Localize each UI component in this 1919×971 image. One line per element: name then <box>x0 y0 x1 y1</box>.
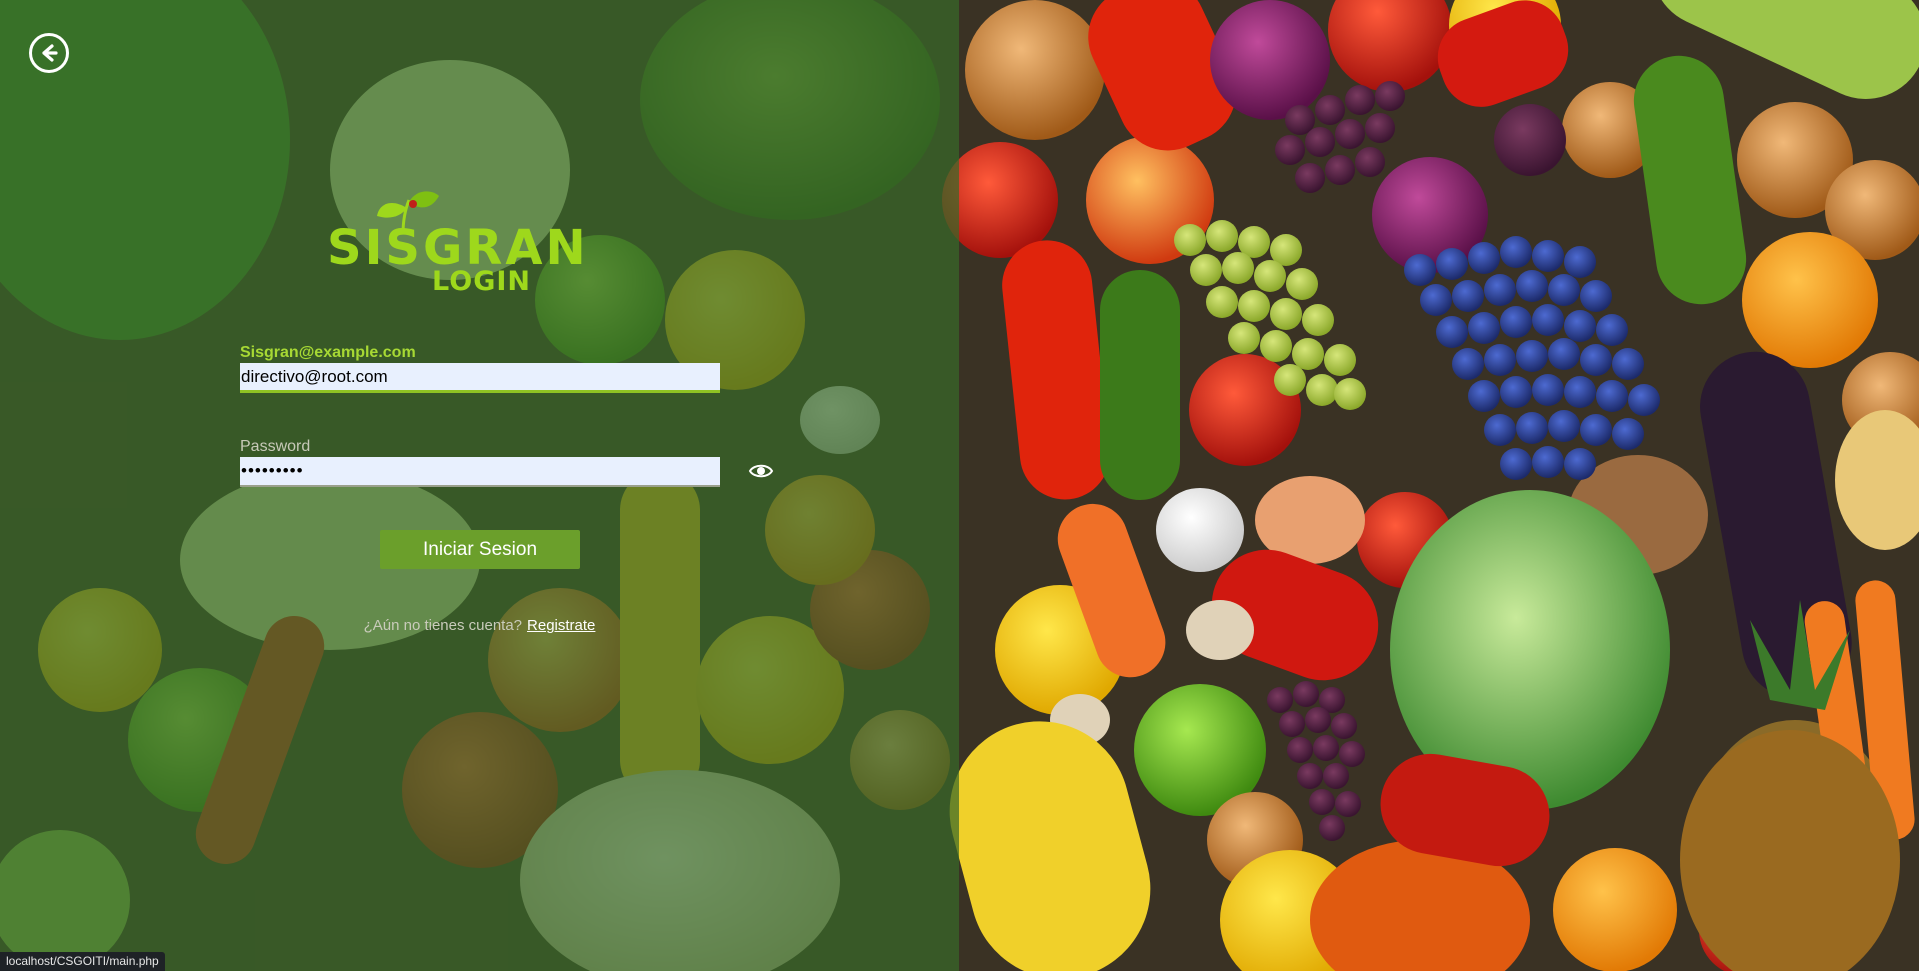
password-input[interactable] <box>240 457 720 487</box>
logo-brand-text: SISGRAN <box>327 220 589 276</box>
sisgran-logo: SISGRAN LOGIN <box>325 190 635 300</box>
register-link[interactable]: Registrate <box>527 617 595 634</box>
register-row: ¿Aún no tienes cuenta? Registrate <box>0 617 959 634</box>
email-label: Sisgran@example.com <box>240 344 416 361</box>
register-prompt: ¿Aún no tienes cuenta? <box>363 617 523 634</box>
show-password-toggle[interactable] <box>748 461 774 481</box>
back-button[interactable] <box>29 33 69 73</box>
eye-icon <box>748 464 774 478</box>
logo-subtitle: LOGIN <box>432 266 531 297</box>
arrow-left-circle-icon <box>42 44 58 62</box>
password-label: Password <box>240 438 311 455</box>
email-input[interactable] <box>240 363 720 393</box>
login-button[interactable]: Iniciar Sesion <box>380 530 580 569</box>
status-bar-url: localhost/CSGOITI/main.php <box>0 952 165 971</box>
